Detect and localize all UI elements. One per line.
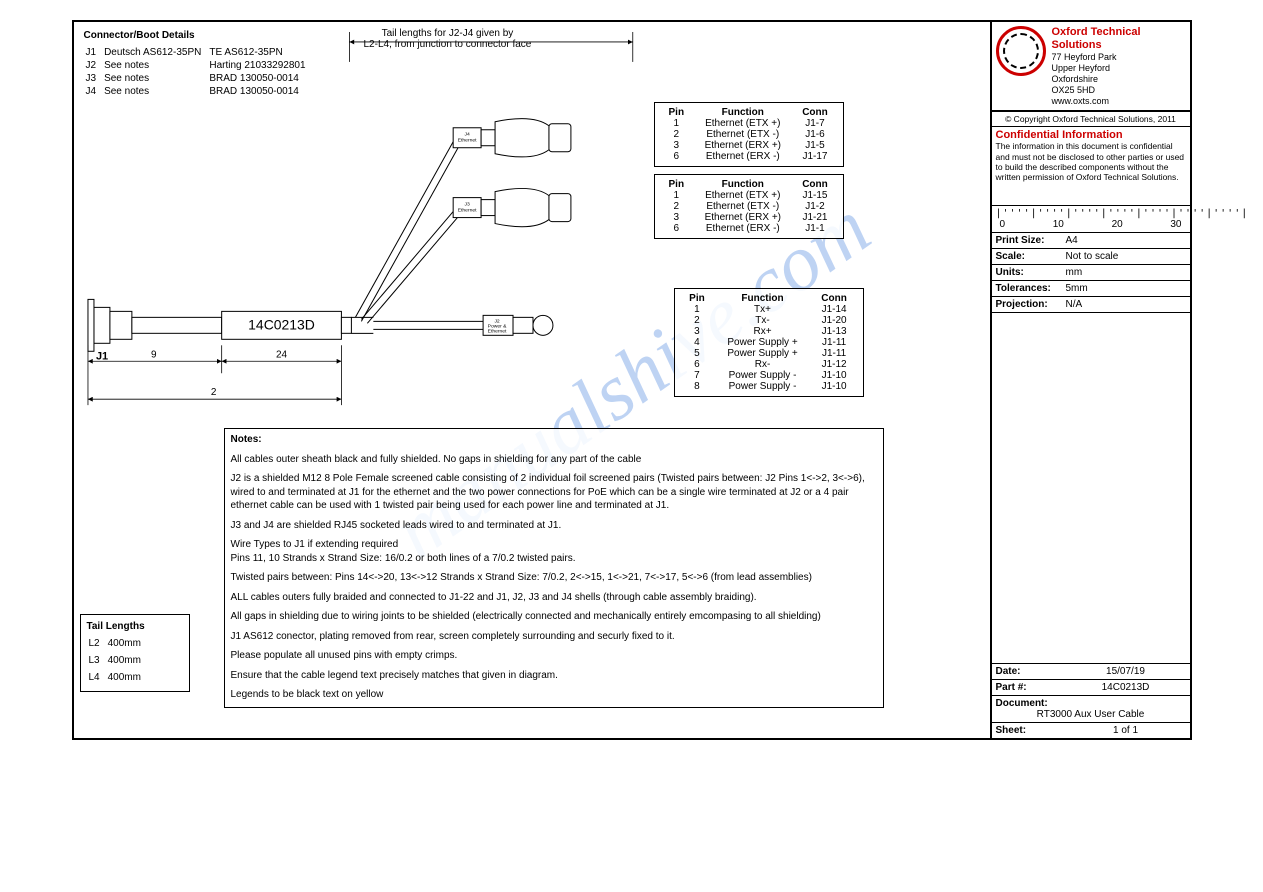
title-block: Oxford Technical Solutions 77 Heyford Pa… — [990, 22, 1190, 738]
tail-lengths-title: Tail Lengths — [87, 619, 183, 634]
connector-row: J3See notesBRAD 130050-0014 — [86, 73, 312, 84]
notes-box: Notes: All cables outer sheath black and… — [224, 428, 884, 708]
note-item: Wire Types to J1 if extending required P… — [231, 538, 877, 565]
j1-label: J1 — [95, 350, 107, 362]
note-item: Twisted pairs between: Pins 14<->20, 13<… — [231, 571, 877, 585]
pinout-j4: PinFunctionConn 1Ethernet (ETX +)J1-7 2E… — [654, 102, 844, 167]
pin-row: 6Rx-J1-12 — [681, 359, 857, 370]
company-web: www.oxts.com — [1052, 96, 1186, 107]
ruler-30: 30 — [1170, 219, 1181, 230]
note-item: Legends to be black text on yellow — [231, 688, 877, 702]
connector-row: J2See notesHarting 21033292801 — [86, 60, 312, 71]
pin-row: 3Ethernet (ERX +)J1-5 — [661, 140, 837, 151]
tail-row: L2400mm — [89, 636, 147, 651]
tail-lengths-box: Tail Lengths L2400mm L3400mm L4400mm — [80, 614, 190, 692]
pin-row: 6Ethernet (ERX -)J1-1 — [661, 223, 837, 234]
notes-title: Notes: — [231, 433, 877, 447]
connector-details-box: Connector/Boot Details J1Deutsch AS612-3… — [78, 26, 338, 103]
pin-row: 5Power Supply +J1-11 — [681, 348, 857, 359]
connector-details-title: Connector/Boot Details — [84, 30, 332, 41]
company-logo-icon — [996, 26, 1046, 76]
company-name: Oxford Technical Solutions — [1052, 26, 1186, 52]
pin-row: 2Ethernet (ETX -)J1-6 — [661, 129, 837, 140]
svg-text:Ethernet: Ethernet — [487, 328, 506, 334]
pin-row: 6Ethernet (ERX -)J1-17 — [661, 151, 837, 162]
connector-details-table: J1Deutsch AS612-35PNTE AS612-35PN J2See … — [84, 45, 314, 99]
note-item: J2 is a shielded M12 8 Pole Female scree… — [231, 472, 877, 513]
note-item: All cables outer sheath black and fully … — [231, 453, 877, 467]
tail-row: L3400mm — [89, 653, 147, 668]
pin-row: 4Power Supply +J1-11 — [681, 337, 857, 348]
pinout-j2: PinFunctionConn 1Tx+J1-14 2Tx-J1-20 3Rx+… — [674, 288, 864, 397]
meta-sheet: Sheet:1 of 1 — [992, 723, 1190, 738]
confidential-box: Confidential Information The information… — [992, 127, 1190, 206]
svg-text:Ethernet: Ethernet — [457, 208, 476, 214]
pin-row: 7Power Supply -J1-10 — [681, 370, 857, 381]
note-item: J3 and J4 are shielded RJ45 socketed lea… — [231, 519, 877, 533]
company-addr3: Oxfordshire — [1052, 74, 1186, 85]
ruler-0: 0 — [1000, 219, 1006, 230]
note-item: ALL cables outers fully braided and conn… — [231, 591, 877, 605]
dim-2: 2 — [210, 387, 216, 398]
confidential-title: Confidential Information — [996, 129, 1186, 141]
pinout-j3: PinFunctionConn 1Ethernet (ETX +)J1-15 2… — [654, 174, 844, 239]
copyright: © Copyright Oxford Technical Solutions, … — [992, 112, 1190, 127]
meta-units: Units:mm — [992, 265, 1190, 281]
tail-row: L4400mm — [89, 670, 147, 685]
pin-row: 3Rx+J1-13 — [681, 326, 857, 337]
note-item: Please populate all unused pins with emp… — [231, 649, 877, 663]
ruler-10: 10 — [1053, 219, 1064, 230]
ruler-box: |''''|''''|''''|''''|''''|''''|''''| 0 1… — [992, 206, 1190, 233]
connector-row: J1Deutsch AS612-35PNTE AS612-35PN — [86, 47, 312, 58]
meta-document: Document:RT3000 Aux User Cable — [992, 696, 1190, 723]
pin-row: 1Tx+J1-14 — [681, 304, 857, 315]
pin-row: 2Tx-J1-20 — [681, 315, 857, 326]
company-addr2: Upper Heyford — [1052, 63, 1186, 74]
dim-24: 24 — [275, 349, 287, 360]
ruler-20: 20 — [1112, 219, 1123, 230]
tail-length-note: Tail lengths for J2-J4 given by L2-L4, f… — [364, 28, 532, 50]
pin-row: 1Ethernet (ETX +)J1-15 — [661, 190, 837, 201]
pin-row: 3Ethernet (ERX +)J1-21 — [661, 212, 837, 223]
meta-projection: Projection:N/A — [992, 297, 1190, 313]
drawing-sheet: manualshive.com Oxford Technical Solutio… — [72, 20, 1192, 740]
company-addr4: OX25 5HD — [1052, 85, 1186, 96]
meta-print-size: Print Size:A4 — [992, 233, 1190, 249]
note-item: All gaps in shielding due to wiring join… — [231, 610, 877, 624]
confidential-text: The information in this document is conf… — [996, 141, 1186, 182]
pin-row: 1Ethernet (ETX +)J1-7 — [661, 118, 837, 129]
svg-text:Ethernet: Ethernet — [457, 138, 476, 144]
meta-part: Part #:14C0213D — [992, 680, 1190, 696]
note-item: Ensure that the cable legend text precis… — [231, 669, 877, 683]
dim-9: 9 — [151, 349, 157, 360]
meta-date: Date:15/07/19 — [992, 663, 1190, 680]
pin-row: 8Power Supply -J1-10 — [681, 381, 857, 392]
cable-part-label: 14C0213D — [248, 316, 315, 332]
company-logo-box: Oxford Technical Solutions 77 Heyford Pa… — [992, 22, 1190, 112]
note-item: J1 AS612 conector, plating removed from … — [231, 630, 877, 644]
meta-scale: Scale:Not to scale — [992, 249, 1190, 265]
ruler-ticks: |''''|''''|''''|''''|''''|''''|''''| — [996, 208, 1186, 219]
connector-row: J4See notesBRAD 130050-0014 — [86, 86, 312, 97]
meta-tolerances: Tolerances:5mm — [992, 281, 1190, 297]
pin-row: 2Ethernet (ETX -)J1-2 — [661, 201, 837, 212]
company-addr1: 77 Heyford Park — [1052, 52, 1186, 63]
